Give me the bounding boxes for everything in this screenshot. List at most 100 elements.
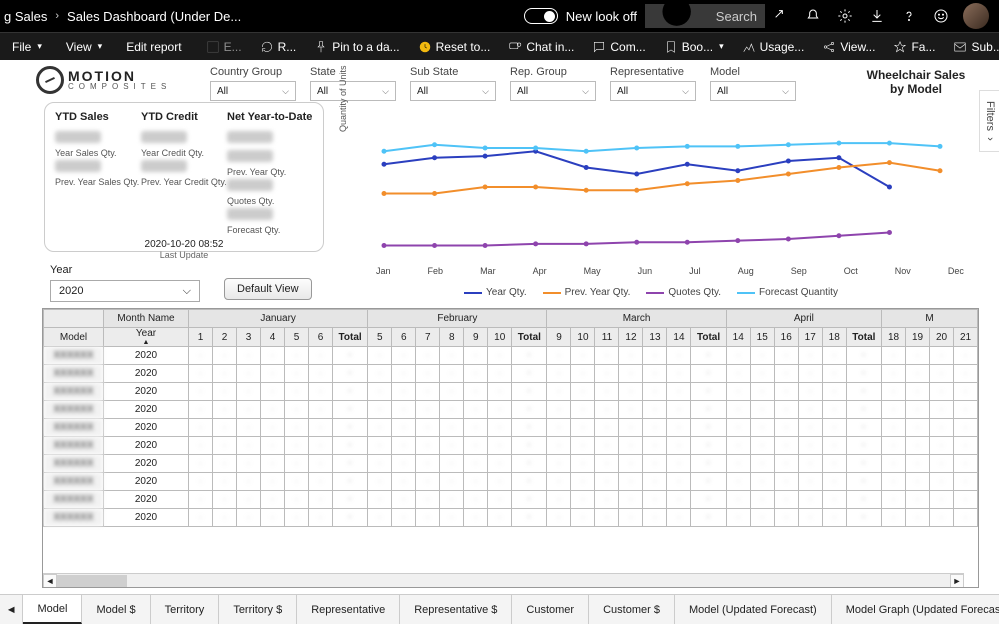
page-tab[interactable]: Territory $ [219,595,297,624]
slicer-label: Representative [610,66,696,78]
chevron-down-icon: ⌵ [782,86,789,97]
page-tab[interactable]: Model Graph (Updated Forecast) [832,595,999,624]
kpi-timestamp: 2020-10-20 08:52 [55,239,313,250]
slicer-dropdown[interactable]: All⌵ [210,81,296,101]
file-menu[interactable]: File▾ [4,33,50,60]
page-tab[interactable]: Model $ [82,595,150,624]
subscribe-button[interactable]: Sub... [945,33,999,60]
kpi-value-redacted [227,131,273,143]
chevron-down-icon: ⌵ [382,86,389,97]
new-look-toggle[interactable]: New look off [524,8,637,24]
kpi-sublabel: Prev. Year Sales Qty. [55,177,141,187]
explore-button[interactable]: E... [198,33,250,60]
chart-plot-area [364,112,960,262]
logo-mark-icon [36,66,64,94]
kpi-value-redacted [227,208,273,220]
search-input[interactable]: Search [645,4,765,28]
slicer: Sub State All⌵ [410,66,496,101]
matrix-visual[interactable]: Month NameJanuaryFebruaryMarchAprilMMode… [42,308,979,588]
comment-button[interactable]: Com... [584,33,653,60]
slicer-label: Model [710,66,796,78]
view-related-button[interactable]: View... [814,33,883,60]
page-tab[interactable]: Model [23,595,82,624]
tab-scroll-left[interactable]: ◄ [0,595,23,624]
year-slicer: Year 2020 ⌵ [50,264,200,302]
help-icon[interactable] [893,0,925,32]
page-tab[interactable]: Model (Updated Forecast) [675,595,832,624]
page-tab[interactable]: Customer $ [589,595,675,624]
kpi-sublabel: Forecast Qty. [227,225,313,235]
horizontal-scrollbar[interactable]: ◄ ► [43,573,964,587]
fullscreen-icon[interactable] [765,0,797,32]
favorite-button[interactable]: Fa... [885,33,943,60]
view-menu[interactable]: View▾ [58,33,110,60]
kpi-title: Net Year-to-Date [227,111,313,123]
toggle-label: New look off [566,9,637,24]
page-tab[interactable]: Representative $ [400,595,512,624]
scroll-left-icon[interactable]: ◄ [43,574,57,588]
kpi-card: YTD Sales Year Sales Qty. Prev. Year Sal… [44,102,324,252]
year-value: 2020 [59,285,83,297]
legend-item[interactable]: Prev. Year Qty. [543,287,631,298]
legend-item[interactable]: Quotes Qty. [646,287,721,298]
kpi-value-redacted [227,150,273,162]
notifications-icon[interactable] [797,0,829,32]
usage-button[interactable]: Usage... [734,33,813,60]
slicer: Rep. Group All⌵ [510,66,596,101]
kpi-value-redacted [141,160,187,172]
line-chart[interactable]: Quantity of Units JanFebMarAprMayJunJulA… [338,112,964,298]
bookmarks-button[interactable]: Boo...▾ [656,33,732,60]
slicer-label: Rep. Group [510,66,596,78]
feedback-smile-icon[interactable] [925,0,957,32]
settings-gear-icon[interactable] [829,0,861,32]
chat-teams-button[interactable]: Chat in... [500,33,582,60]
kpi-timestamp-label: Last Update [55,250,313,260]
year-label: Year [50,264,200,276]
breadcrumb-item[interactable]: Sales Dashboard (Under De... [67,9,241,24]
kpi-sublabel: Quotes Qty. [227,196,313,206]
slicer-dropdown[interactable]: All⌵ [410,81,496,101]
download-icon[interactable] [861,0,893,32]
chevron-right-icon: › [55,10,59,22]
search-placeholder: Search [716,9,757,24]
slicer-label: Sub State [410,66,496,78]
kpi-value-redacted [55,160,101,172]
legend-item[interactable]: Year Qty. [464,287,527,298]
slicer-label: State [310,66,396,78]
chevron-down-icon: ⌵ [282,86,289,97]
filters-pane-toggle[interactable]: Filters › [979,90,999,152]
page-tab[interactable]: Territory [151,595,220,624]
slicer-label: Country Group [210,66,296,78]
chart-y-axis-label: Quantity of Units [338,65,348,132]
avatar[interactable] [963,3,989,29]
kpi-sublabel: Prev. Year Qty. [227,167,313,177]
slicer-dropdown[interactable]: All⌵ [710,81,796,101]
refresh-button[interactable]: R... [252,33,305,60]
logo-text-2: COMPOSITES [68,83,171,91]
chart-x-labels: JanFebMarAprMayJunJulAugSepOctNovDec [376,266,964,276]
app-header: g Sales › Sales Dashboard (Under De... N… [0,0,999,32]
page-tab[interactable]: Representative [297,595,400,624]
slicer: Representative All⌵ [610,66,696,101]
breadcrumb-item[interactable]: g Sales [4,9,47,24]
slicer-dropdown[interactable]: All⌵ [610,81,696,101]
toggle-icon [524,8,558,24]
pin-button[interactable]: Pin to a da... [306,33,407,60]
slicer-dropdown[interactable]: All⌵ [310,81,396,101]
legend-item[interactable]: Forecast Quantity [737,287,838,298]
chevron-down-icon: ⌵ [482,86,489,97]
slicer: Model All⌵ [710,66,796,101]
page-tab[interactable]: Customer [512,595,589,624]
scroll-thumb[interactable] [57,575,127,587]
kpi-value-redacted [227,179,273,191]
chevron-down-icon: ⌵ [582,86,589,97]
default-view-button[interactable]: Default View [224,278,312,300]
kpi-title: YTD Credit [141,111,227,123]
slicer-dropdown[interactable]: All⌵ [510,81,596,101]
chevron-down-icon: ⌵ [183,285,191,298]
reset-button[interactable]: Reset to... [410,33,499,60]
slicer: State All⌵ [310,66,396,101]
year-dropdown[interactable]: 2020 ⌵ [50,280,200,302]
edit-report-button[interactable]: Edit report [118,33,189,60]
scroll-right-icon[interactable]: ► [950,574,964,588]
